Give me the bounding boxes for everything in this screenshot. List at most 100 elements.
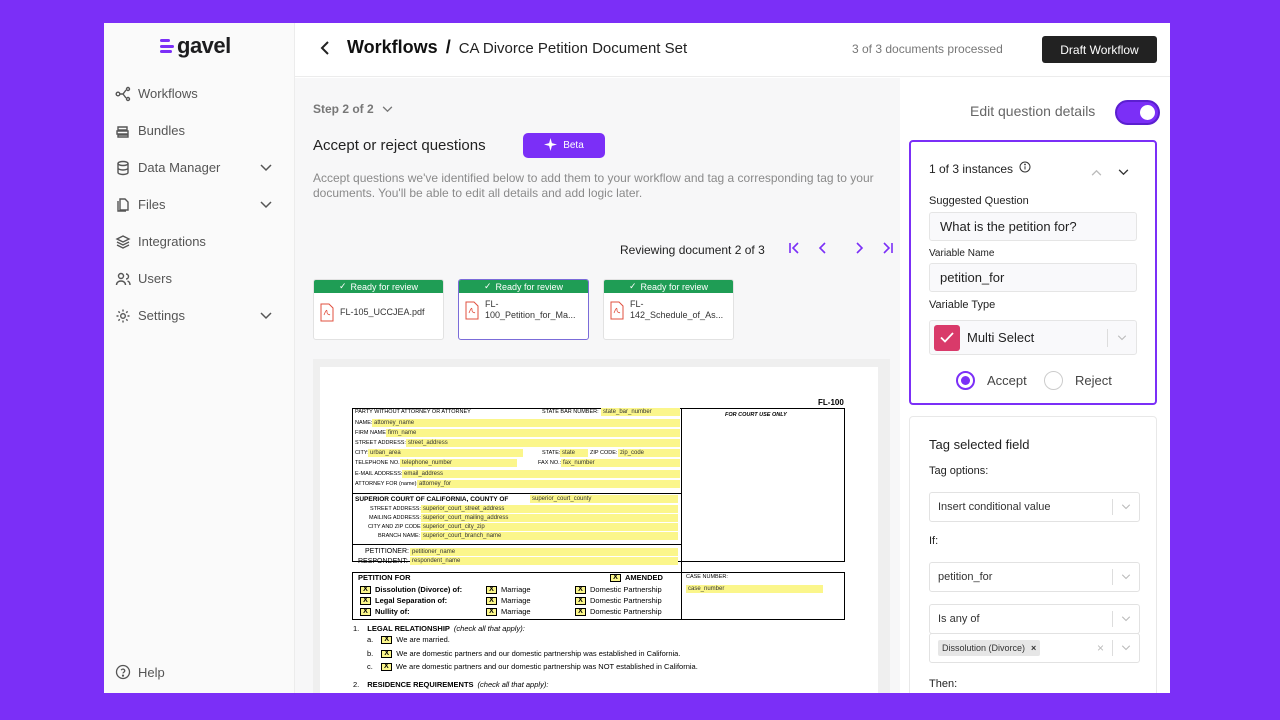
operator-select[interactable]: Is any of bbox=[929, 604, 1140, 634]
separation-label: Legal Separation of: bbox=[375, 596, 448, 605]
condition-variable-select[interactable]: petition_for bbox=[929, 562, 1140, 592]
s1-c-option[interactable]: c. X We are domestic partners and our dome… bbox=[367, 662, 698, 671]
chevron-down-icon[interactable] bbox=[1118, 163, 1129, 181]
back-arrow-icon[interactable] bbox=[317, 40, 333, 56]
divider bbox=[352, 493, 681, 494]
sidebar-item-settings[interactable]: Settings bbox=[104, 297, 295, 334]
s1-b-option[interactable]: b. X We are domestic partners and our dome… bbox=[367, 649, 680, 658]
petitioner-label: PETITIONER: bbox=[365, 548, 409, 555]
step-selector[interactable]: Step 2 of 2 bbox=[313, 102, 393, 116]
city-field[interactable]: urban_area bbox=[368, 449, 523, 457]
respondent-field[interactable]: respondent_name bbox=[410, 557, 678, 565]
document-card-active[interactable]: ✓ Ready for review FL-100_Petition_for_Ma… bbox=[458, 279, 589, 340]
reject-radio[interactable]: Reject bbox=[1044, 371, 1112, 390]
prev-page-icon[interactable] bbox=[815, 241, 829, 255]
clear-icon[interactable]: × bbox=[1097, 641, 1104, 655]
edit-question-details-toggle[interactable] bbox=[1115, 100, 1160, 125]
chip-remove-icon[interactable]: × bbox=[1031, 643, 1036, 653]
suggested-question-input[interactable]: What is the petition for? bbox=[929, 212, 1137, 241]
last-page-icon[interactable] bbox=[881, 241, 895, 255]
reject-label: Reject bbox=[1075, 373, 1112, 388]
variable-type-select[interactable]: Multi Select bbox=[929, 320, 1137, 355]
nullity-checkbox[interactable]: X Nullity of: bbox=[360, 607, 410, 616]
telephone-label: TELEPHONE NO.: bbox=[355, 460, 402, 466]
option-letter: a. bbox=[367, 635, 374, 644]
domestic-checkbox[interactable]: X Domestic Partnership bbox=[575, 607, 662, 616]
marriage-checkbox[interactable]: X Marriage bbox=[486, 585, 531, 594]
zip-field[interactable]: zip_code bbox=[618, 449, 680, 457]
selected-values: Dissolution (Divorce) × bbox=[938, 640, 1097, 656]
attorney-for-field[interactable]: attorney_for bbox=[417, 480, 680, 488]
court-mail-field[interactable]: superior_court_mailing_address bbox=[421, 514, 678, 522]
chevron-up-icon[interactable] bbox=[1091, 163, 1102, 181]
first-page-icon[interactable] bbox=[787, 241, 801, 255]
domestic-checkbox[interactable]: X Domestic Partnership bbox=[575, 585, 662, 594]
radio-button-selected[interactable] bbox=[956, 371, 975, 390]
chevron-down-icon[interactable] bbox=[259, 163, 273, 172]
option-text: We are domestic partners and our domesti… bbox=[396, 649, 681, 658]
separation-checkbox[interactable]: X Legal Separation of: bbox=[360, 596, 447, 605]
petitioner-field[interactable]: petitioner_name bbox=[410, 548, 678, 556]
sidebar-item-workflows[interactable]: Workflows bbox=[104, 75, 295, 112]
dissolution-label: Dissolution (Divorce) of: bbox=[375, 585, 463, 594]
state-bar-field[interactable]: state_bar_number bbox=[601, 408, 680, 416]
chevron-down-icon[interactable] bbox=[259, 311, 273, 320]
court-label: SUPERIOR COURT OF CALIFORNIA, COUNTY OF bbox=[355, 496, 509, 503]
document-name: FL-142_Schedule_of_As... bbox=[630, 299, 724, 320]
marriage-label: Marriage bbox=[501, 596, 531, 605]
section-number: 1. bbox=[353, 624, 360, 633]
telephone-field[interactable]: telephone_number bbox=[400, 459, 517, 467]
case-number-field[interactable]: case_number bbox=[686, 585, 823, 593]
section-title: Accept or reject questions bbox=[313, 137, 486, 154]
marriage-checkbox[interactable]: X Marriage bbox=[486, 596, 531, 605]
tag-option-select[interactable]: Insert conditional value bbox=[929, 492, 1140, 522]
attorney-for-label: ATTORNEY FOR (name): bbox=[355, 481, 418, 487]
court-branch-field[interactable]: superior_court_branch_name bbox=[421, 532, 678, 540]
chevron-down-icon bbox=[1121, 616, 1131, 622]
fax-label: FAX NO.: bbox=[538, 460, 562, 466]
help-link[interactable]: Help bbox=[115, 664, 165, 680]
email-field[interactable]: email_address bbox=[402, 470, 680, 478]
workflow-icon bbox=[115, 86, 131, 102]
draft-workflow-button[interactable]: Draft Workflow bbox=[1042, 36, 1157, 63]
amended-label: AMENDED bbox=[625, 573, 663, 582]
chevron-down-icon[interactable] bbox=[259, 200, 273, 209]
radio-button[interactable] bbox=[1044, 371, 1063, 390]
beta-badge[interactable]: Beta bbox=[523, 133, 605, 158]
marriage-checkbox[interactable]: X Marriage bbox=[486, 607, 531, 616]
variable-name-input[interactable]: petition_for bbox=[929, 263, 1137, 292]
info-icon[interactable] bbox=[1019, 161, 1031, 176]
next-page-icon[interactable] bbox=[853, 241, 867, 255]
attorney-name-field[interactable]: attorney_name bbox=[372, 419, 680, 427]
street-address-field[interactable]: street_address bbox=[406, 439, 680, 447]
dissolution-checkbox[interactable]: X Dissolution (Divorce) of: bbox=[360, 585, 462, 594]
ready-badge: ✓ Ready for review bbox=[604, 280, 733, 293]
marriage-label: Marriage bbox=[501, 585, 531, 594]
breadcrumb-workflows[interactable]: Workflows bbox=[347, 37, 438, 58]
sidebar-item-data-manager[interactable]: Data Manager bbox=[104, 149, 295, 186]
state-field[interactable]: state bbox=[560, 449, 588, 457]
sidebar-item-integrations[interactable]: Integrations bbox=[104, 223, 295, 260]
amended-checkbox[interactable]: X AMENDED bbox=[610, 573, 663, 582]
reviewing-status: Reviewing document 2 of 3 bbox=[620, 243, 765, 257]
document-card[interactable]: ✓ Ready for review FL-105_UCCJEA.pdf bbox=[313, 279, 444, 340]
s1-a-option[interactable]: a. X We are married. bbox=[367, 635, 450, 644]
sidebar-item-bundles[interactable]: Bundles bbox=[104, 112, 295, 149]
pdf-viewer[interactable]: FL-100 PARTY WITHOUT ATTORNEY OR ATTORNE… bbox=[313, 359, 890, 693]
court-county-field[interactable]: superior_court_county bbox=[530, 495, 678, 503]
sidebar-item-users[interactable]: Users bbox=[104, 260, 295, 297]
value-multi-select[interactable]: Dissolution (Divorce) × × bbox=[929, 633, 1140, 663]
gavel-logo[interactable]: gavel bbox=[160, 33, 231, 59]
sidebar-item-files[interactable]: Files bbox=[104, 186, 295, 223]
firm-name-field[interactable]: firm_name bbox=[386, 429, 680, 437]
domestic-checkbox[interactable]: X Domestic Partnership bbox=[575, 596, 662, 605]
ready-badge: ✓ Ready for review bbox=[314, 280, 443, 293]
multi-select-check-icon bbox=[934, 324, 960, 351]
breadcrumb: Workflows / CA Divorce Petition Document… bbox=[347, 37, 687, 58]
accept-radio[interactable]: Accept bbox=[956, 371, 1027, 390]
court-city-field[interactable]: superior_court_city_zip bbox=[421, 523, 678, 531]
nullity-label: Nullity of: bbox=[375, 607, 410, 616]
document-card[interactable]: ✓ Ready for review FL-142_Schedule_of_As.… bbox=[603, 279, 734, 340]
fax-field[interactable]: fax_number bbox=[561, 459, 680, 467]
court-street-field[interactable]: superior_court_street_address bbox=[421, 505, 678, 513]
